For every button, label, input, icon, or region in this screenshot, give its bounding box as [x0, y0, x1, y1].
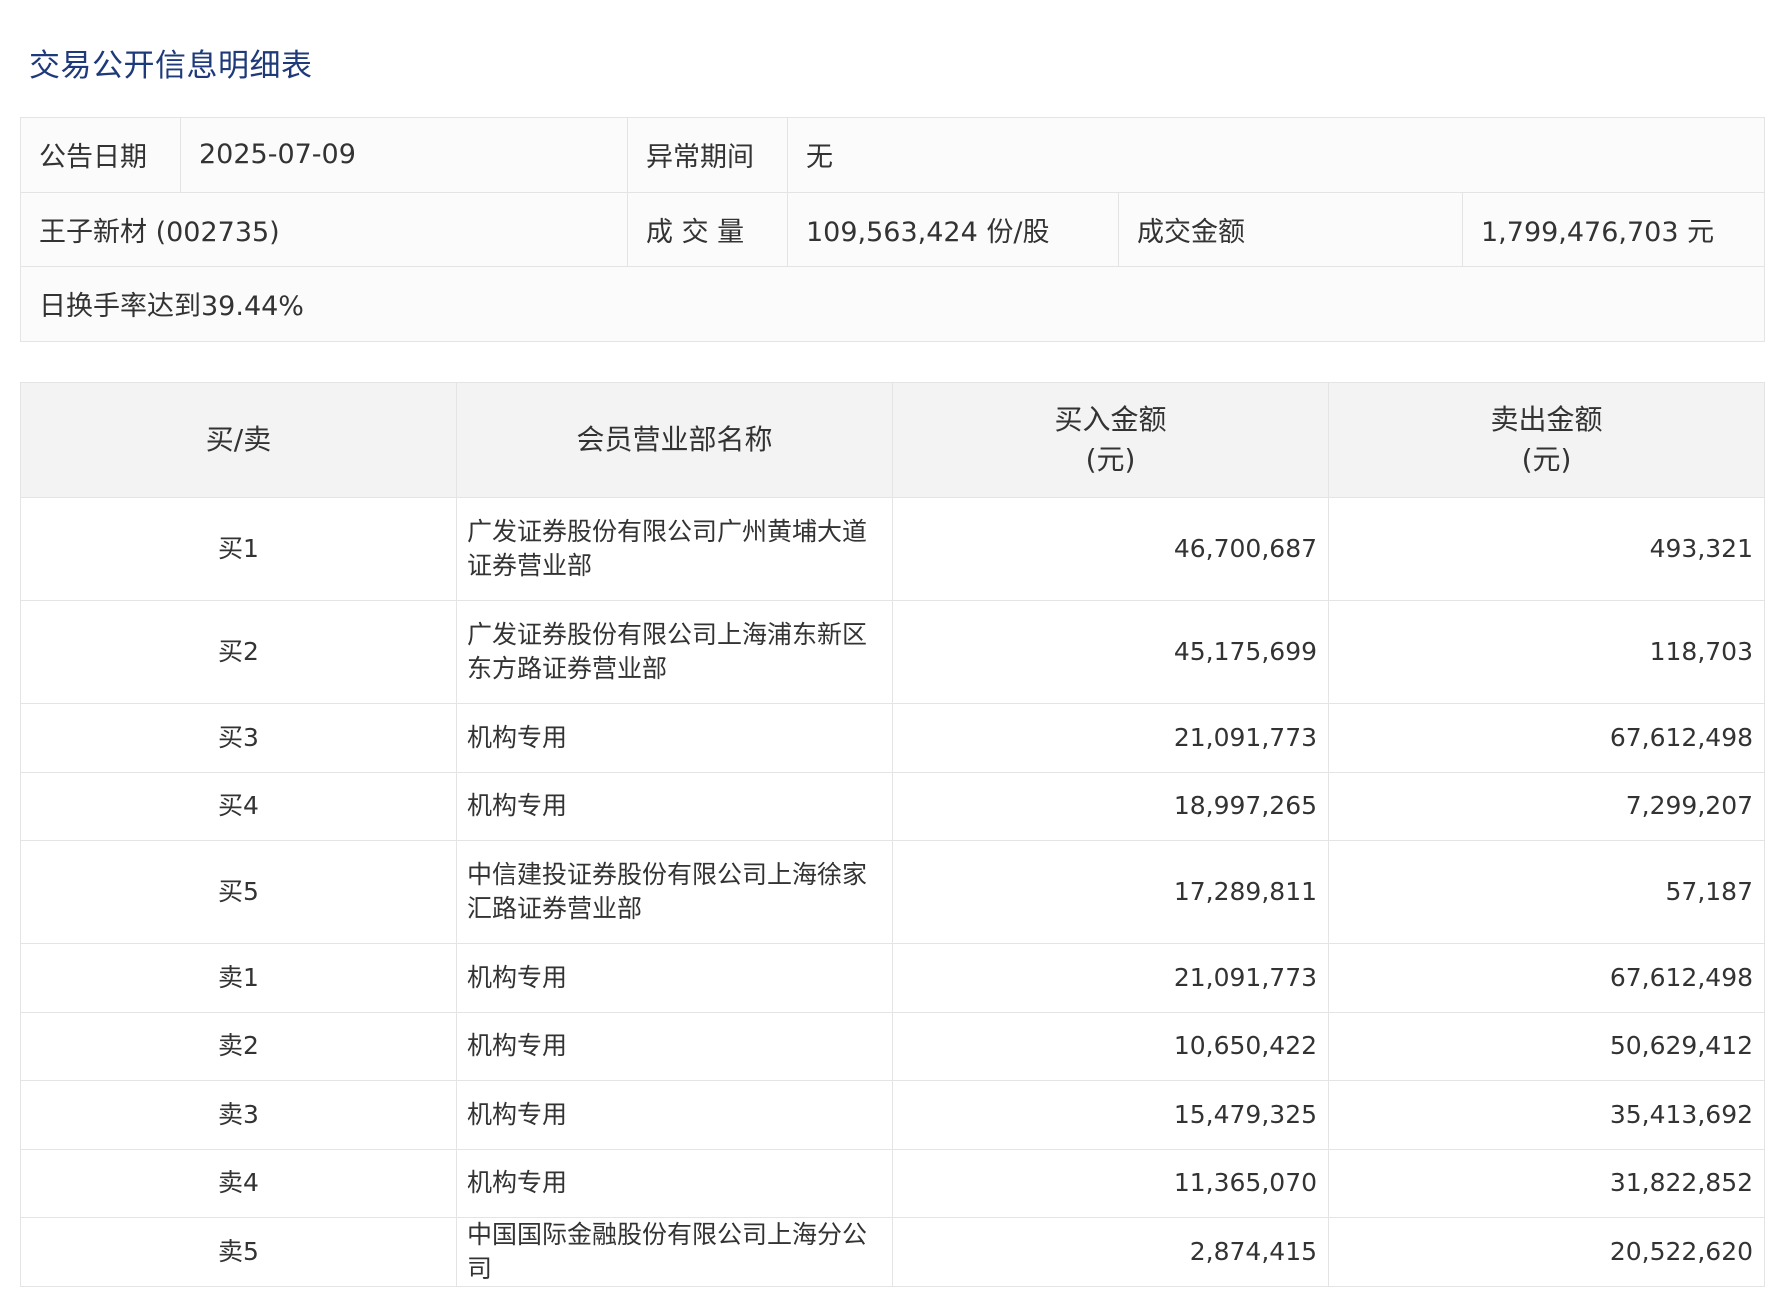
sell-amount-cell: 20,522,620	[1328, 1217, 1765, 1287]
member-name-cell: 中国国际金融股份有限公司上海分公司	[456, 1217, 893, 1287]
member-name-cell: 广发证券股份有限公司上海浦东新区东方路证券营业部	[456, 600, 893, 704]
header-sell-amount-label: 卖出金额	[1490, 403, 1603, 436]
table-row: 卖2 机构专用 10,650,422 50,629,412	[20, 1011, 1765, 1081]
announce-date-value: 2025-07-09	[180, 117, 628, 193]
table-row: 买4 机构专用 18,997,265 7,299,207	[20, 771, 1765, 841]
buy-amount-cell: 2,874,415	[892, 1217, 1329, 1287]
volume-value: 109,563,424 份/股	[787, 191, 1119, 267]
side-cell: 买5	[20, 840, 457, 944]
abnormal-period-label: 异常期间	[627, 117, 788, 193]
side-cell: 卖5	[20, 1217, 457, 1287]
volume-label: 成 交 量	[627, 191, 788, 267]
table-header-row: 买/卖 会员营业部名称 买入金额 (元) 卖出金额 (元)	[20, 382, 1765, 498]
table-row: 买3 机构专用 21,091,773 67,612,498	[20, 703, 1765, 773]
buy-amount-cell: 45,175,699	[892, 600, 1329, 704]
table-row: 买5 中信建投证券股份有限公司上海徐家汇路证券营业部 17,289,811 57…	[20, 840, 1765, 944]
header-buy-amount-unit: (元)	[1085, 443, 1136, 476]
sell-amount-cell: 67,612,498	[1328, 703, 1765, 773]
abnormal-period-value: 无	[786, 117, 1766, 193]
member-name-cell: 机构专用	[456, 703, 893, 773]
stock-name: 王子新材 (002735)	[20, 191, 628, 267]
buy-amount-cell: 46,700,687	[892, 497, 1329, 601]
member-name-cell: 中信建投证券股份有限公司上海徐家汇路证券营业部	[456, 840, 893, 944]
reason-text: 日换手率达到39.44%	[19, 266, 1766, 342]
buy-amount-cell: 17,289,811	[892, 840, 1329, 944]
side-cell: 买2	[20, 600, 457, 704]
member-name-cell: 机构专用	[456, 943, 893, 1013]
sell-amount-cell: 118,703	[1328, 600, 1765, 704]
header-sell-amount-unit: (元)	[1521, 443, 1572, 476]
side-cell: 卖3	[20, 1080, 457, 1150]
table-row: 买2 广发证券股份有限公司上海浦东新区东方路证券营业部 45,175,699 1…	[20, 600, 1765, 704]
info-row-date: 公告日期 2025-07-09 异常期间 无	[20, 117, 1766, 193]
header-buy-amount: 买入金额 (元)	[892, 382, 1329, 498]
member-name-cell: 机构专用	[456, 1148, 893, 1218]
buy-amount-cell: 15,479,325	[892, 1080, 1329, 1150]
buy-amount-cell: 21,091,773	[892, 703, 1329, 773]
trade-detail-table: 买/卖 会员营业部名称 买入金额 (元) 卖出金额 (元) 买1 广发证券股份有…	[20, 382, 1765, 1287]
sell-amount-cell: 31,822,852	[1328, 1148, 1765, 1218]
side-cell: 买4	[20, 771, 457, 841]
member-name-cell: 机构专用	[456, 1011, 893, 1081]
header-sell-amount: 卖出金额 (元)	[1328, 382, 1765, 498]
sell-amount-cell: 57,187	[1328, 840, 1765, 944]
table-row: 卖3 机构专用 15,479,325 35,413,692	[20, 1080, 1765, 1150]
sell-amount-cell: 7,299,207	[1328, 771, 1765, 841]
info-row-reason: 日换手率达到39.44%	[19, 266, 1766, 342]
member-name-cell: 广发证券股份有限公司广州黄埔大道证券营业部	[456, 497, 893, 601]
amount-value: 1,799,476,703 元	[1461, 191, 1766, 267]
info-row-volume: 王子新材 (002735) 成 交 量 109,563,424 份/股 成交金额…	[20, 191, 1766, 267]
table-row: 卖4 机构专用 11,365,070 31,822,852	[20, 1148, 1765, 1218]
side-cell: 买1	[20, 497, 457, 601]
buy-amount-cell: 11,365,070	[892, 1148, 1329, 1218]
sell-amount-cell: 35,413,692	[1328, 1080, 1765, 1150]
side-cell: 买3	[20, 703, 457, 773]
announce-date-label: 公告日期	[20, 117, 181, 193]
table-row: 卖5 中国国际金融股份有限公司上海分公司 2,874,415 20,522,62…	[20, 1217, 1765, 1287]
side-cell: 卖1	[20, 943, 457, 1013]
side-cell: 卖2	[20, 1011, 457, 1081]
table-row: 卖1 机构专用 21,091,773 67,612,498	[20, 943, 1765, 1013]
header-member: 会员营业部名称	[456, 382, 893, 498]
buy-amount-cell: 18,997,265	[892, 771, 1329, 841]
sell-amount-cell: 493,321	[1328, 497, 1765, 601]
member-name-cell: 机构专用	[456, 1080, 893, 1150]
table-row: 买1 广发证券股份有限公司广州黄埔大道证券营业部 46,700,687 493,…	[20, 497, 1765, 601]
amount-label: 成交金额	[1118, 191, 1463, 267]
sell-amount-cell: 67,612,498	[1328, 943, 1765, 1013]
member-name-cell: 机构专用	[456, 771, 893, 841]
header-buy-amount-label: 买入金额	[1054, 403, 1167, 436]
side-cell: 卖4	[20, 1148, 457, 1218]
sell-amount-cell: 50,629,412	[1328, 1011, 1765, 1081]
info-table: 公告日期 2025-07-09 异常期间 无 王子新材 (002735) 成 交…	[19, 117, 1766, 342]
page-title: 交易公开信息明细表	[29, 48, 313, 84]
buy-amount-cell: 21,091,773	[892, 943, 1329, 1013]
header-side: 买/卖	[20, 382, 457, 498]
buy-amount-cell: 10,650,422	[892, 1011, 1329, 1081]
